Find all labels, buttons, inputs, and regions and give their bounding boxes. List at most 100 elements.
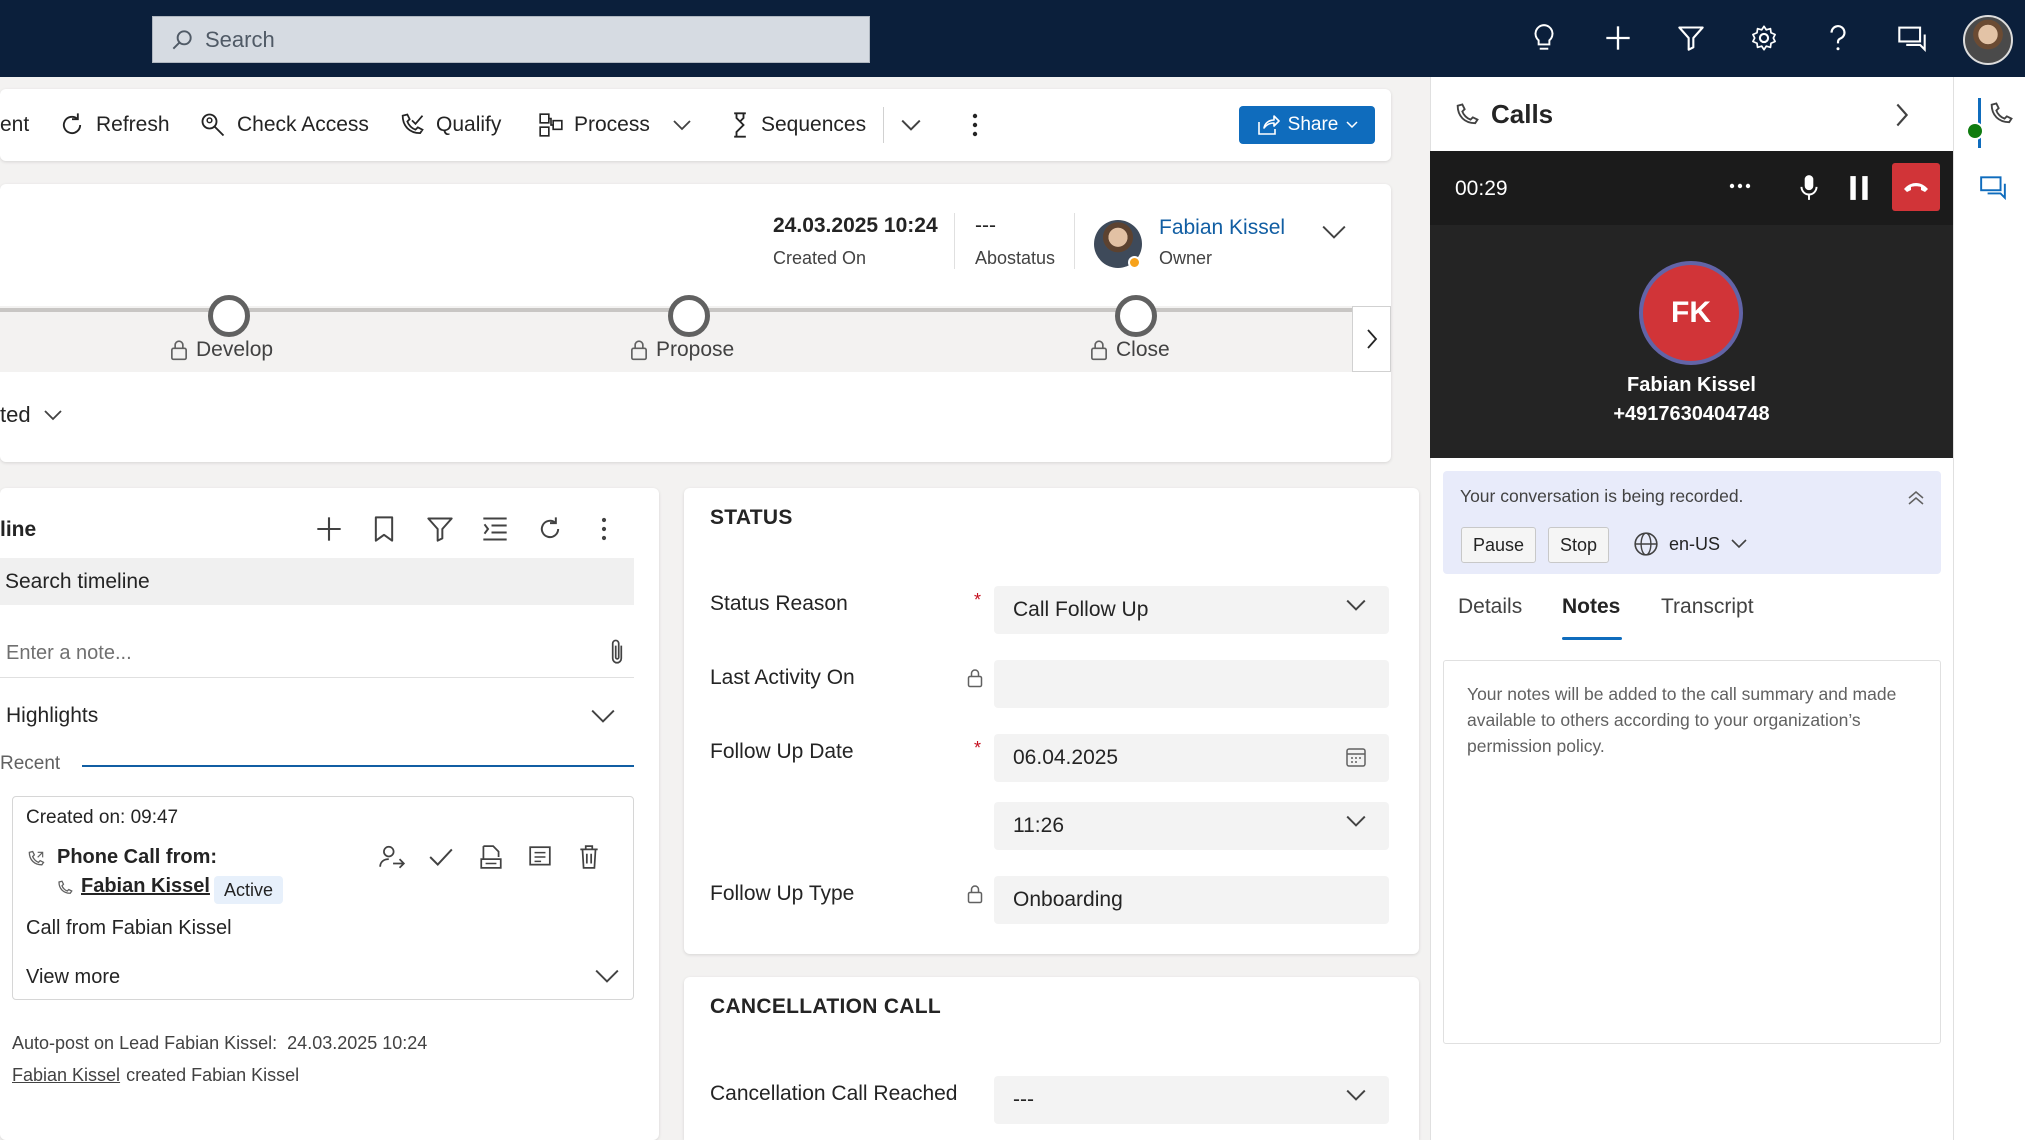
abostatus-label: Abostatus xyxy=(975,248,1056,268)
required-indicator: * xyxy=(974,738,982,758)
follow-up-date-input[interactable]: 06.04.2025 xyxy=(994,734,1389,782)
highlights-toggle[interactable] xyxy=(590,708,616,724)
owner-name-link[interactable]: Fabian Kissel xyxy=(1159,216,1285,240)
global-search-input[interactable]: Search xyxy=(152,16,870,63)
calendar-icon[interactable] xyxy=(1345,746,1367,768)
caller-avatar: FK xyxy=(1639,261,1743,365)
overflow-menu-button[interactable] xyxy=(972,89,988,161)
hold-button[interactable] xyxy=(1847,175,1871,201)
tab-transcript[interactable]: Transcript xyxy=(1661,595,1754,619)
cancellation-section-title: CANCELLATION CALL xyxy=(710,995,942,1018)
follow-up-type-field: Onboarding xyxy=(994,876,1389,924)
stop-recording-button[interactable]: Stop xyxy=(1548,527,1610,563)
status-reason-select[interactable]: Call Follow Up xyxy=(994,586,1389,634)
stage-close-marker[interactable] xyxy=(1115,295,1157,337)
chevron-down-icon xyxy=(673,120,691,131)
chevron-down-icon xyxy=(595,969,619,983)
lock-icon xyxy=(1091,340,1107,361)
post-expand-toggle[interactable] xyxy=(594,968,620,984)
header-divider xyxy=(1074,213,1075,269)
timeline-add-button[interactable] xyxy=(315,515,343,543)
collapse-notice-button[interactable] xyxy=(1907,490,1925,506)
header-divider xyxy=(954,213,955,269)
open-record-button[interactable] xyxy=(525,842,555,872)
header-expand-chevron[interactable] xyxy=(1321,224,1347,240)
language-selector[interactable]: en-US xyxy=(1633,531,1748,557)
stage-propose-label: Propose xyxy=(656,338,735,361)
stage-develop[interactable]: Develop xyxy=(170,335,273,365)
autopost-user-link[interactable]: Fabian Kissel xyxy=(12,1065,120,1086)
microphone-icon xyxy=(1800,175,1818,200)
lightbulb-icon[interactable] xyxy=(1526,20,1562,56)
cancellation-reached-select[interactable]: --- xyxy=(994,1076,1389,1124)
qualify-label: Qualify xyxy=(436,113,502,136)
follow-up-time-select[interactable]: 11:26 xyxy=(994,802,1389,850)
share-button[interactable]: Share xyxy=(1239,106,1375,144)
help-icon[interactable] xyxy=(1820,20,1856,56)
call-more-button[interactable] xyxy=(1729,183,1751,189)
sequences-icon xyxy=(734,112,746,138)
assign-button[interactable] xyxy=(377,842,407,872)
autopost-line-2: Fabian Kissel created Fabian Kissel xyxy=(12,1065,299,1086)
pause-recording-button[interactable]: Pause xyxy=(1461,527,1537,563)
cancellation-reached-value: --- xyxy=(1013,1088,1034,1111)
qualify-button[interactable]: Qualify xyxy=(398,89,501,161)
rail-calls-button[interactable] xyxy=(1987,100,2015,128)
mark-complete-button[interactable] xyxy=(426,842,456,872)
stage-develop-marker[interactable] xyxy=(208,295,250,337)
tab-details[interactable]: Details xyxy=(1458,595,1522,619)
call-notes-textarea[interactable]: Your notes will be added to the call sum… xyxy=(1443,660,1941,1044)
refresh-button[interactable]: Refresh xyxy=(58,89,170,161)
sequences-label: Sequences xyxy=(761,113,867,136)
timeline-search-input[interactable]: Search timeline xyxy=(0,558,634,605)
new-plus-icon[interactable] xyxy=(1600,20,1636,56)
pause-icon xyxy=(1850,176,1868,200)
chevron-down-icon xyxy=(901,119,921,131)
view-more-link[interactable]: View more xyxy=(26,966,120,989)
process-next-stage-button[interactable] xyxy=(1352,306,1391,372)
stage-close[interactable]: Close xyxy=(1090,335,1170,365)
chat-icon[interactable] xyxy=(1894,20,1930,56)
delete-button[interactable] xyxy=(574,842,604,872)
check-access-button[interactable]: Check Access xyxy=(199,89,369,161)
attach-file-button[interactable] xyxy=(607,637,627,667)
timeline-bookmark-button[interactable] xyxy=(372,515,396,543)
process-button[interactable]: Process xyxy=(538,89,692,161)
rail-chat-button[interactable] xyxy=(1979,174,2007,200)
stage-propose-marker[interactable] xyxy=(668,295,710,337)
globe-icon xyxy=(1634,532,1658,556)
calls-panel-title: Calls xyxy=(1491,99,1554,129)
search-placeholder: Search xyxy=(205,26,275,52)
status-section-title: STATUS xyxy=(710,506,793,529)
more-commands-chevron[interactable] xyxy=(900,89,932,161)
timeline-filter-button[interactable] xyxy=(426,515,454,543)
end-call-button[interactable] xyxy=(1892,163,1940,211)
caller-name: Fabian Kissel xyxy=(1627,374,1756,396)
status-dropdown-partial[interactable]: ted xyxy=(0,402,63,428)
cancellation-reached-label: Cancellation Call Reached xyxy=(710,1082,958,1105)
required-indicator: * xyxy=(974,590,982,610)
sequences-button[interactable]: Sequences xyxy=(729,89,866,161)
command-partial-item[interactable]: ent xyxy=(0,89,29,161)
hang-up-icon xyxy=(1904,183,1928,192)
filter-icon xyxy=(427,517,453,542)
filter-icon[interactable] xyxy=(1673,20,1709,56)
timeline-more-button[interactable] xyxy=(601,517,607,541)
follow-up-type-value: Onboarding xyxy=(1013,888,1123,911)
timeline-note-input[interactable]: Enter a note... xyxy=(0,630,634,678)
timeline-refresh-button[interactable] xyxy=(536,515,564,543)
mute-button[interactable] xyxy=(1799,174,1819,202)
user-avatar[interactable] xyxy=(1963,15,2013,65)
autopost-prefix: Auto-post on Lead Fabian Kissel: xyxy=(12,1033,278,1053)
post-contact-link[interactable]: Fabian Kissel xyxy=(81,875,210,898)
created-on-value: 24.03.2025 10:24 xyxy=(773,214,938,237)
chevron-right-icon xyxy=(1896,103,1909,127)
plus-icon xyxy=(317,517,341,541)
stage-propose[interactable]: Propose xyxy=(630,335,734,365)
timeline-expand-all-button[interactable] xyxy=(481,515,509,543)
collapse-panel-button[interactable] xyxy=(1895,102,1909,128)
tab-notes[interactable]: Notes xyxy=(1562,595,1620,619)
convert-to-case-button[interactable] xyxy=(476,842,506,872)
settings-gear-icon[interactable] xyxy=(1746,20,1782,56)
qualify-icon xyxy=(401,113,424,135)
